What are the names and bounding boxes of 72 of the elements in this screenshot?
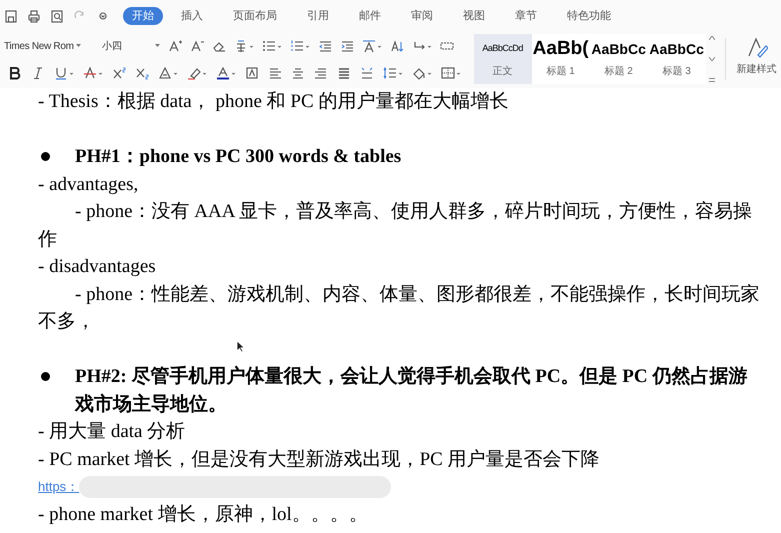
link[interactable]: https： <box>38 473 80 500</box>
pen-letter-icon <box>746 36 768 58</box>
more-icon[interactable] <box>709 78 716 82</box>
align-center-icon[interactable] <box>291 66 305 80</box>
caret-icon[interactable] <box>76 44 81 48</box>
ribbon-tab[interactable]: 引用 <box>301 7 335 25</box>
underline-icon[interactable] <box>54 66 74 80</box>
bullet-icon <box>41 152 50 161</box>
sort-icon[interactable] <box>390 39 404 53</box>
ribbon-tab[interactable]: 视图 <box>457 7 491 25</box>
ribbon-tab[interactable]: 邮件 <box>353 7 387 25</box>
style-sample: AaBbCcDd <box>482 42 523 56</box>
style-sample: AaBbCc <box>591 40 646 58</box>
pinyin-icon[interactable] <box>234 39 254 53</box>
text-line: - Thesis：根据 data， phone 和 PC 的用户量都在大幅增长 <box>38 90 510 114</box>
ribbon-tab[interactable]: 开始 <box>123 7 163 25</box>
numbered-list-icon[interactable] <box>290 39 310 53</box>
superscript-icon[interactable] <box>112 66 126 80</box>
highlighter-icon[interactable] <box>187 66 207 80</box>
style-preset[interactable]: AaBb( 标题 1 <box>532 34 590 84</box>
ribbon-tab[interactable]: 插入 <box>175 7 209 25</box>
new-style-button[interactable]: 新建样式 <box>732 32 781 86</box>
text-line: - phone：没有 AAA 显卡，普及率高、使用人群多，碎片时间玩，方便性，容易操作 <box>38 200 754 252</box>
italic-icon[interactable] <box>31 66 45 80</box>
style-label: 标题 1 <box>546 64 575 79</box>
bold-icon[interactable] <box>8 66 22 80</box>
ribbon-tab[interactable]: 特色功能 <box>561 7 617 25</box>
style-preset[interactable]: AaBbCcDd 正文 <box>474 34 532 84</box>
justify-icon[interactable] <box>337 66 351 80</box>
style-label: 标题 2 <box>604 64 633 79</box>
style-sample: AaBb( <box>532 36 589 61</box>
ribbon-tab[interactable]: 审阅 <box>405 7 439 25</box>
bullet-text: PH#2: 尽管手机用户体量很大，会让人觉得手机会取代 PC。但是 PC 仍然占据游戏市场主导地位。 <box>75 364 748 416</box>
subscript-icon[interactable] <box>135 66 149 80</box>
bullet-list-icon[interactable] <box>262 39 282 53</box>
caret-icon[interactable] <box>155 44 160 48</box>
print-icon[interactable] <box>27 9 41 23</box>
print-preview-icon[interactable] <box>50 9 64 23</box>
distributed-align-icon[interactable] <box>360 66 374 80</box>
mouse-cursor-icon <box>236 340 245 353</box>
style-label: 标题 3 <box>662 64 691 79</box>
text-effect-icon[interactable] <box>158 66 178 80</box>
text-line: - 用大量 data 分析 <box>38 420 186 444</box>
font-name-field[interactable]: Times New Rom <box>4 36 100 56</box>
font-color-icon[interactable] <box>216 66 236 80</box>
border-icon[interactable] <box>441 66 461 80</box>
text-line: - phone market 增长，原神，lol。。。。 <box>38 502 369 526</box>
bullet-icon <box>41 372 50 381</box>
align-right-icon[interactable] <box>314 66 328 80</box>
ribbon-tab[interactable]: 页面布局 <box>227 7 283 25</box>
grow-font-icon[interactable] <box>168 39 182 53</box>
text-line: - PC market 增长，但是没有大型新游戏出现，PC 用户量是否会下降 <box>38 448 601 472</box>
scroll-up-icon[interactable] <box>709 36 716 40</box>
character-spacing-icon[interactable] <box>362 39 382 53</box>
bullet-text: PH#1：phone vs PC 300 words & tables <box>75 145 402 169</box>
text-line: - disadvantages <box>38 255 157 279</box>
scroll-down-icon[interactable] <box>709 57 716 61</box>
style-label: 正文 <box>492 64 513 79</box>
text-line: - phone：性能差、游戏机制、内容、体量、图形都很差，不能强操作，长时间玩家不多， <box>38 282 761 334</box>
character-border-icon[interactable] <box>245 66 259 80</box>
text-line: - advantages, <box>38 172 140 196</box>
decrease-indent-icon[interactable] <box>318 39 332 53</box>
shrink-font-icon[interactable] <box>190 39 204 53</box>
shading-icon[interactable] <box>412 66 432 80</box>
line-spacing-icon[interactable] <box>383 66 403 80</box>
style-sample: AaBbCc <box>649 40 704 58</box>
ribbon-tab[interactable]: 章节 <box>509 7 543 25</box>
increase-indent-icon[interactable] <box>340 39 354 53</box>
align-left-icon[interactable] <box>268 66 282 80</box>
save-icon[interactable] <box>4 9 18 23</box>
font-size-field[interactable]: 小四 <box>102 36 160 56</box>
strikethrough-icon[interactable] <box>83 66 103 80</box>
